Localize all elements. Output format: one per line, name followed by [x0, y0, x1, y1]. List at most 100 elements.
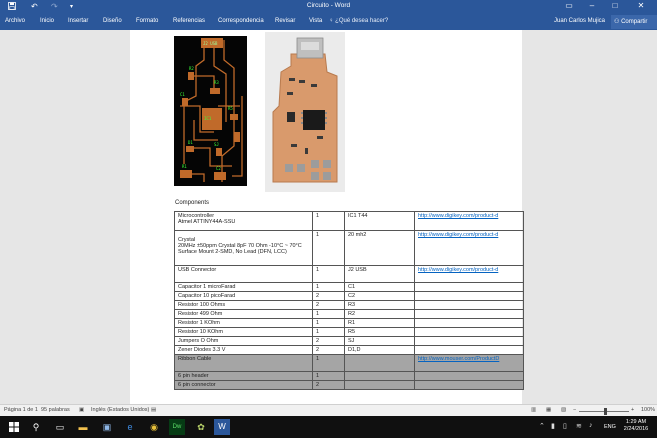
tab-archivo[interactable]: Archivo — [5, 18, 25, 24]
product-link[interactable]: http://www.digikey.com/product-d — [418, 232, 498, 238]
svg-text:C1: C1 — [180, 92, 185, 97]
table-row: 6 pin header 1 — [174, 371, 524, 381]
reference-cell: C1 — [344, 282, 415, 292]
quantity-cell: 2 — [312, 345, 345, 355]
ribbon-display-options-icon[interactable]: ▭ — [562, 1, 576, 10]
product-link[interactable]: http://www.mouser.com/ProductD — [418, 356, 499, 362]
reference-cell: J2 USB — [344, 265, 415, 283]
tab-vista[interactable]: Vista — [309, 18, 322, 24]
reference-cell: SJ — [344, 336, 415, 346]
svg-text:IC1: IC1 — [204, 116, 212, 121]
close-icon[interactable]: ✕ — [634, 1, 648, 10]
person-icon: ⚇ — [614, 19, 620, 25]
table-row: USB Connector 1 J2 USB http://www.digike… — [174, 265, 524, 283]
reference-cell: R2 — [344, 309, 415, 319]
clock-date: 2/24/2016 — [623, 426, 649, 432]
chrome-icon[interactable]: ◉ — [146, 419, 162, 435]
zoom-in-icon[interactable]: + — [631, 407, 634, 413]
component-detail-2: Surface Mount 2-SMD, No Lead (DFN, LCC) — [178, 249, 287, 255]
table-row: 6 pin connector 2 — [174, 380, 524, 390]
quantity-cell: 1 — [312, 265, 345, 283]
read-mode-icon[interactable]: ▥ — [531, 407, 536, 413]
svg-text:D1: D1 — [188, 140, 193, 145]
web-layout-icon[interactable]: ▧ — [561, 407, 566, 413]
table-row: Zener Diodes 3.3 V 2 D1,D — [174, 345, 524, 355]
quantity-cell: 1 — [312, 230, 345, 266]
task-view-icon[interactable]: ▭ — [52, 419, 68, 435]
tab-diseno[interactable]: Diseño — [103, 18, 122, 24]
quantity-cell: 2 — [312, 380, 345, 390]
tab-revisar[interactable]: Revisar — [275, 18, 295, 24]
reference-cell: 20 mh2 — [344, 230, 415, 266]
pcb-layout-drawing: J2 USB R2 R3 IC1 C1 R5 D1 SJ R1 C2 — [174, 36, 247, 186]
clock-time: 1:29 AM — [625, 419, 647, 425]
quantity-cell: 1 — [312, 327, 345, 337]
reference-cell: D1,D — [344, 345, 415, 355]
dreamweaver-icon[interactable]: Dw — [169, 419, 185, 435]
reference-cell: R3 — [344, 300, 415, 310]
component-name-cell: Capacitor 1 microFarad — [174, 282, 313, 292]
clock[interactable]: 1:29 AM 2/24/2016 — [616, 419, 656, 433]
table-row: Resistor 100 Ohms 2 R3 — [174, 300, 524, 310]
document-page[interactable]: J2 USB R2 R3 IC1 C1 R5 D1 SJ R1 C2 Compo… — [130, 30, 524, 404]
svg-text:R3: R3 — [214, 80, 219, 85]
word-count[interactable]: 95 palabras — [41, 407, 70, 413]
quantity-cell: 2 — [312, 300, 345, 310]
pcb-photo-drawing — [265, 32, 345, 192]
component-name-cell: Jumpers O Ohm — [174, 336, 313, 346]
wifi-icon[interactable]: ≋ — [576, 422, 582, 430]
input-language[interactable]: ENG — [604, 424, 616, 430]
quantity-cell: 2 — [312, 336, 345, 346]
notification-chevron-icon[interactable]: ⌃ — [539, 422, 545, 430]
reference-cell: IC1 T44 — [344, 211, 415, 231]
tab-inicio[interactable]: Inicio — [40, 18, 54, 24]
quantity-cell: 1 — [312, 211, 345, 231]
tab-referencias[interactable]: Referencias — [173, 18, 205, 24]
table-row: Resistor 1 KOhm 1 R1 — [174, 318, 524, 328]
game-icon[interactable]: ✿ — [193, 419, 209, 435]
share-button[interactable]: ⚇ Compartir — [611, 15, 657, 29]
search-icon[interactable]: ⚲ — [28, 419, 44, 435]
battery-icon[interactable]: ▯ — [563, 422, 567, 430]
svg-text:C2: C2 — [216, 166, 221, 171]
tab-formato[interactable]: Formato — [136, 18, 158, 24]
document-area[interactable]: J2 USB R2 R3 IC1 C1 R5 D1 SJ R1 C2 Compo… — [0, 30, 657, 404]
link-cell — [414, 309, 524, 319]
page-count[interactable]: Página 1 de 1 — [4, 407, 38, 413]
reference-cell: C2 — [344, 291, 415, 301]
product-link[interactable]: http://www.digikey.com/product-d — [418, 213, 498, 219]
tab-insertar[interactable]: Insertar — [68, 18, 88, 24]
pcb-photo-image[interactable] — [265, 32, 345, 192]
macro-record-icon[interactable]: ▤ — [151, 407, 156, 413]
edge-icon[interactable]: e — [122, 419, 138, 435]
quantity-cell: 2 — [312, 291, 345, 301]
svg-text:R5: R5 — [228, 106, 233, 111]
windows-start-icon[interactable] — [6, 419, 22, 435]
components-table: Microcontroller Atmel ATTINY44A-SSU 1 IC1… — [174, 211, 524, 390]
table-row: Ribbon Cable 1 http://www.mouser.com/Pro… — [174, 354, 524, 372]
store-icon[interactable]: ▣ — [99, 419, 115, 435]
tab-correspondencia[interactable]: Correspondencia — [218, 18, 264, 24]
minimize-icon[interactable]: – — [585, 1, 599, 10]
file-explorer-icon[interactable]: ▬ — [75, 419, 91, 435]
zoom-out-icon[interactable]: − — [573, 407, 576, 413]
reference-cell: R5 — [344, 327, 415, 337]
zoom-slider-thumb[interactable] — [604, 408, 607, 415]
table-row: Resistor 10 KOhm 1 R5 — [174, 327, 524, 337]
zoom-level[interactable]: 100% — [641, 407, 655, 413]
volume-icon[interactable]: ♪ — [589, 422, 593, 429]
link-cell — [414, 282, 524, 292]
proofing-icon[interactable]: ▣ — [79, 407, 84, 413]
tell-me-search[interactable]: ♀ ¿Qué desea hacer? — [329, 18, 388, 24]
window-title: Circuito - Word — [306, 2, 351, 9]
language-indicator[interactable]: Inglés (Estados Unidos) — [91, 407, 149, 413]
print-layout-icon[interactable]: ▦ — [546, 407, 551, 413]
table-row: Capacitor 10 picoFarad 2 C2 — [174, 291, 524, 301]
network-icon[interactable]: ▮ — [551, 422, 555, 430]
user-name[interactable]: Juan Carlos Mujica — [554, 18, 605, 24]
svg-text:SJ: SJ — [214, 142, 219, 147]
word-icon[interactable]: W — [214, 419, 230, 435]
pcb-layout-image[interactable]: J2 USB R2 R3 IC1 C1 R5 D1 SJ R1 C2 — [174, 36, 247, 186]
maximize-icon[interactable]: □ — [608, 1, 622, 10]
product-link[interactable]: http://www.digikey.com/product-d — [418, 267, 498, 273]
